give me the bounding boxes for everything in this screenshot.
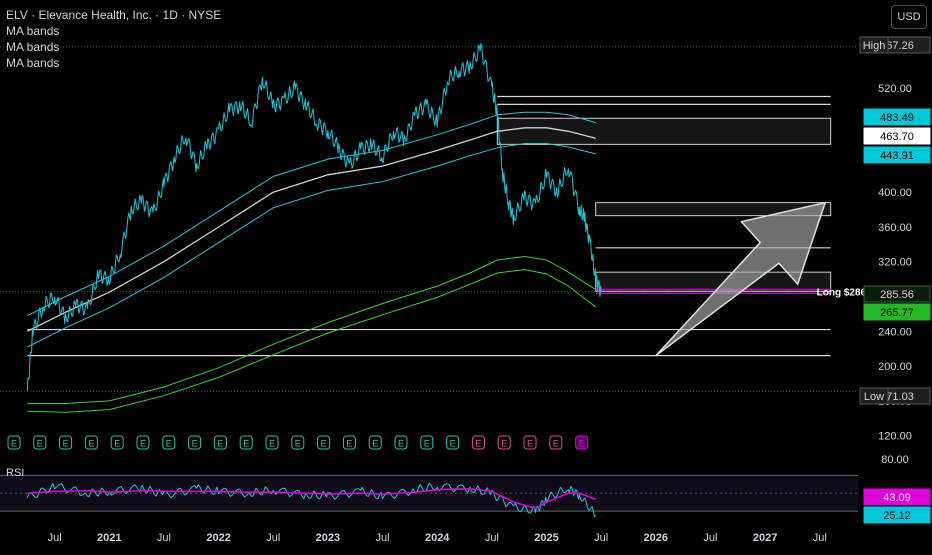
earnings-marker-label: E [192, 439, 198, 449]
price-axis-tick: 360.00 [878, 222, 912, 234]
rsi-label[interactable]: RSI [6, 467, 24, 479]
earnings-marker-label: E [527, 439, 533, 449]
earnings-marker[interactable]: E [265, 435, 279, 450]
price-badge-265-77[interactable]: 265.77 [880, 307, 914, 319]
earnings-marker[interactable]: E [497, 435, 511, 450]
earnings-marker[interactable]: E [420, 435, 434, 450]
chart-area[interactable]: Long $286.00 E E E E E E E E E E E E E E E E E E E E E E E RSI 52… [0, 0, 932, 550]
earnings-marker-label: E [346, 439, 352, 449]
currency-button[interactable]: USD [891, 5, 927, 29]
time-axis-label: Jul [48, 532, 62, 544]
price-chart[interactable]: Long $286.00E E E E E E E E E E E E E E E E E E E E E E ERSI52… [0, 0, 932, 550]
earnings-marker[interactable]: E [291, 435, 305, 450]
earnings-marker-label: E [579, 439, 585, 449]
earnings-marker[interactable]: E [188, 435, 202, 450]
earnings-marker[interactable]: E [523, 435, 537, 450]
price-line [26, 43, 602, 392]
price-badge-285-56[interactable]: 285.56 [880, 289, 914, 301]
ma-white-line [27, 127, 596, 332]
rsi-badge-25-12[interactable]: 25.12 [883, 510, 911, 522]
price-axis-tick: 240.00 [878, 326, 912, 338]
rsi-badge-43-09[interactable]: 43.09 [883, 492, 911, 504]
time-axis-label: 2022 [206, 532, 230, 544]
earnings-marker[interactable]: E [368, 435, 382, 450]
time-axis-label: Jul [485, 532, 499, 544]
price-zone-0[interactable] [496, 117, 832, 145]
earnings-marker[interactable]: E [136, 435, 150, 450]
rsi-band [0, 475, 858, 512]
time-axis-label: Jul [157, 532, 171, 544]
earnings-marker[interactable]: E [84, 435, 98, 450]
time-axis-label: 2021 [97, 532, 121, 544]
rsi-axis-tick: 80.00 [881, 454, 909, 466]
time-axis-label: 2023 [316, 532, 340, 544]
time-axis-label: Jul [594, 532, 608, 544]
price-axis-tick: 320.00 [878, 257, 912, 269]
legend: ELV · Elevance Health, Inc. · 1D · NYSE … [6, 7, 221, 71]
price-badge-483-49[interactable]: 483.49 [880, 112, 914, 124]
earnings-marker-label: E [63, 439, 69, 449]
earnings-marker-label: E [372, 439, 378, 449]
earnings-marker-label: E [321, 439, 327, 449]
earnings-marker[interactable]: E [110, 435, 124, 450]
earnings-marker[interactable]: E [575, 435, 589, 450]
time-axis-label: 2024 [425, 532, 450, 544]
earnings-marker[interactable]: E [59, 435, 73, 450]
time-axis-label: Jul [703, 532, 717, 544]
earnings-marker-label: E [424, 439, 430, 449]
price-axis-tick: 120.00 [878, 431, 912, 443]
price-badge-443-91[interactable]: 443.91 [880, 150, 914, 162]
time-axis-label: 2025 [534, 532, 558, 544]
indicator-ma-bands-3[interactable]: MA bands [6, 55, 221, 71]
time-axis-label: 2027 [753, 532, 777, 544]
price-axis-tick: 400.00 [878, 187, 912, 199]
price-badge-463-70[interactable]: 463.70 [880, 131, 914, 143]
price-axis-tick: 200.00 [878, 361, 912, 373]
earnings-marker[interactable]: E [342, 435, 356, 450]
time-axis-label: Jul [376, 532, 390, 544]
earnings-marker[interactable]: E [446, 435, 460, 450]
time-axis-label: Jul [266, 532, 280, 544]
earnings-marker[interactable]: E [549, 435, 563, 450]
earnings-marker[interactable]: E [7, 435, 21, 450]
earnings-marker-label: E [269, 439, 275, 449]
badge-tag-low: Low [864, 391, 884, 403]
earnings-marker-label: E [501, 439, 507, 449]
earnings-marker-label: E [243, 439, 249, 449]
indicator-ma-bands-1[interactable]: MA bands [6, 23, 221, 39]
earnings-marker[interactable]: E [213, 435, 227, 450]
earnings-marker-label: E [553, 439, 559, 449]
earnings-marker-label: E [37, 439, 43, 449]
price-axis-tick: 520.00 [878, 83, 912, 95]
earnings-marker[interactable]: E [239, 435, 253, 450]
earnings-marker[interactable]: E [33, 435, 47, 450]
earnings-marker-label: E [475, 439, 481, 449]
earnings-marker-label: E [217, 439, 223, 449]
earnings-marker-label: E [11, 439, 17, 449]
earnings-marker-label: E [166, 439, 172, 449]
earnings-marker-label: E [398, 439, 404, 449]
time-axis-label: Jul [813, 532, 827, 544]
earnings-marker-label: E [295, 439, 301, 449]
earnings-marker-label: E [114, 439, 120, 449]
earnings-marker[interactable]: E [471, 435, 485, 450]
ma-cyan-lower-line [27, 143, 596, 348]
earnings-marker[interactable]: E [394, 435, 408, 450]
symbol-title[interactable]: ELV · Elevance Health, Inc. · 1D · NYSE [6, 7, 221, 23]
earnings-marker[interactable]: E [317, 435, 331, 450]
indicator-ma-bands-2[interactable]: MA bands [6, 39, 221, 55]
earnings-marker-label: E [450, 439, 456, 449]
earnings-marker-label: E [140, 439, 146, 449]
badge-tag-high: High [863, 40, 886, 52]
earnings-marker[interactable]: E [162, 435, 176, 450]
time-axis-label: 2026 [644, 532, 668, 544]
earnings-marker-label: E [88, 439, 94, 449]
